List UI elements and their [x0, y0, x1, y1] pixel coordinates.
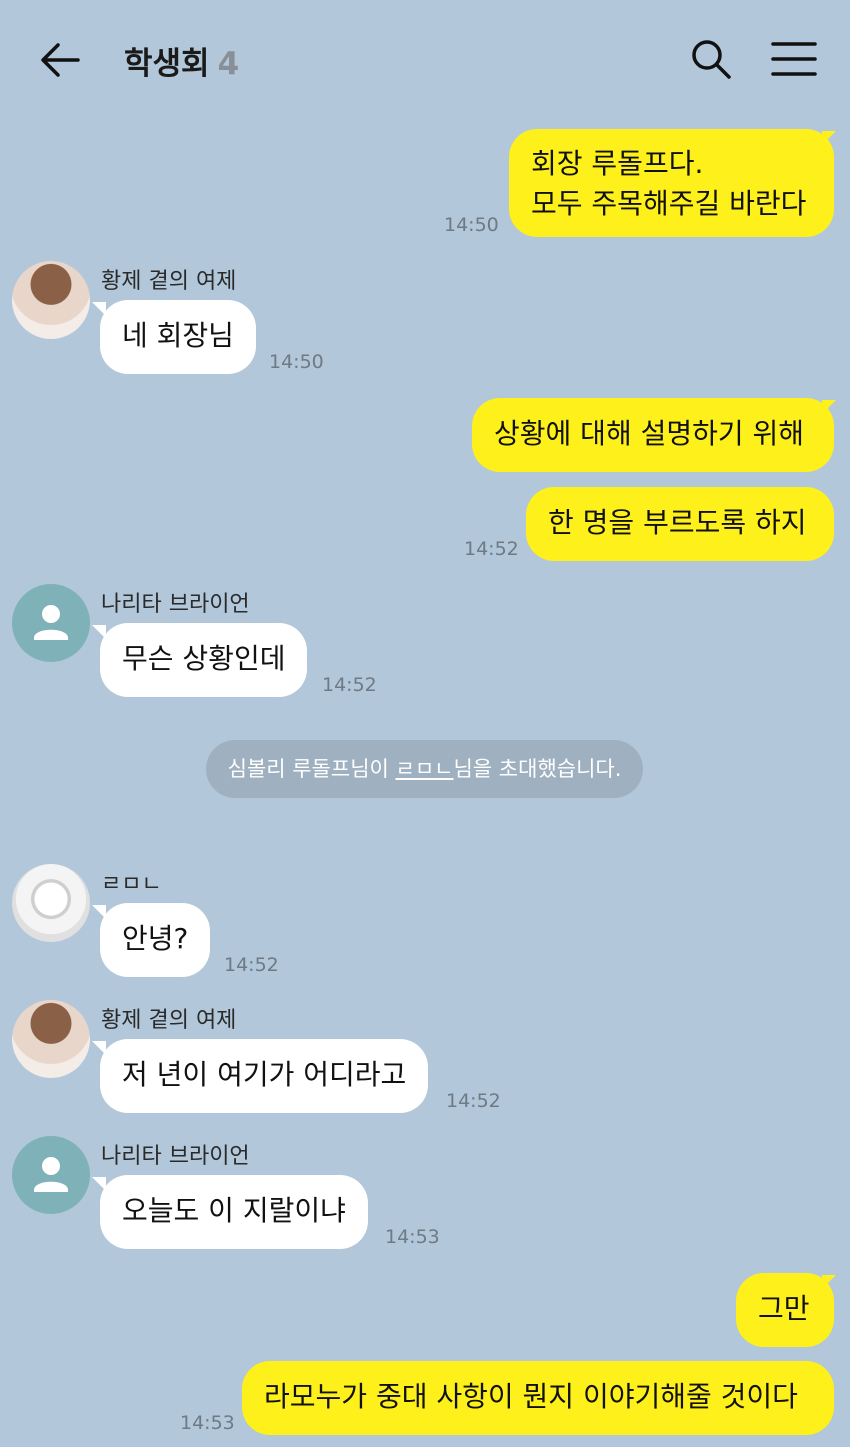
default-profile-icon	[34, 1157, 68, 1192]
sender-name: ㄹㅁㄴ	[101, 872, 162, 897]
back-button[interactable]	[38, 40, 82, 80]
bubble-tail	[92, 625, 106, 639]
chat-title: 학생회 4	[124, 38, 239, 83]
notice-text: 심볼리 루돌프님이	[227, 757, 396, 781]
notice-text: 님을 초대했습니다.	[453, 757, 622, 781]
sender-name: 나리타 브라이언	[101, 1144, 250, 1169]
message-bubble[interactable]: 오늘도 이 지랄이냐	[100, 1175, 368, 1249]
message-time: 14:53	[180, 1412, 235, 1434]
bubble-tail	[92, 905, 106, 919]
message-time: 14:53	[385, 1226, 440, 1248]
avatar[interactable]	[12, 1136, 90, 1214]
sender-name: 황제 곁의 여제	[101, 269, 237, 294]
message-text: 네 회장님	[122, 319, 234, 352]
message-time: 14:52	[464, 538, 519, 560]
message-text: 회장 루돌프다.	[531, 147, 704, 180]
message-bubble[interactable]: 한 명을 부르도록 하지	[526, 487, 834, 561]
bubble-tail	[92, 302, 106, 316]
avatar[interactable]	[12, 261, 90, 339]
sender-name: 나리타 브라이언	[101, 592, 250, 617]
bubble-tail	[92, 1041, 106, 1055]
arrow-left-icon	[41, 43, 80, 77]
sender-name: 황제 곁의 여제	[101, 1008, 237, 1033]
bubble-tail	[822, 1275, 836, 1289]
message-text: 무슨 상황인데	[122, 642, 286, 675]
message-text: 안녕?	[122, 922, 189, 955]
bubble-tail	[822, 131, 836, 145]
message-text: 모두 주목해주길 바란다	[531, 187, 807, 220]
message-bubble[interactable]: 네 회장님	[100, 300, 256, 374]
hamburger-menu-icon	[771, 42, 817, 76]
search-button[interactable]	[690, 38, 732, 80]
message-text: 상황에 대해 설명하기 위해	[494, 417, 805, 450]
message-text: 저 년이 여기가 어디라고	[122, 1058, 407, 1091]
avatar[interactable]	[12, 864, 90, 942]
invited-user-link[interactable]: ㄹㅁㄴ	[396, 757, 454, 781]
message-text: 오늘도 이 지랄이냐	[122, 1194, 346, 1227]
message-bubble[interactable]: 회장 루돌프다. 모두 주목해주길 바란다	[509, 129, 834, 237]
system-notice: 심볼리 루돌프님이 ㄹㅁㄴ님을 초대했습니다.	[206, 740, 643, 798]
message-bubble[interactable]: 저 년이 여기가 어디라고	[100, 1039, 429, 1113]
bubble-tail	[822, 400, 836, 414]
default-profile-icon	[34, 605, 68, 640]
avatar[interactable]	[12, 584, 90, 662]
avatar[interactable]	[12, 1000, 90, 1078]
chat-room-name: 학생회	[124, 46, 210, 82]
message-bubble[interactable]: 라모누가 중대 사항이 뭔지 이야기해줄 것이다	[242, 1361, 834, 1435]
message-time: 14:52	[224, 954, 279, 976]
message-text: 한 명을 부르도록 하지	[548, 506, 807, 539]
message-bubble[interactable]: 안녕?	[100, 903, 211, 977]
search-icon	[692, 40, 731, 79]
menu-button[interactable]	[770, 40, 818, 78]
bubble-tail	[92, 1177, 106, 1191]
message-text: 라모누가 중대 사항이 뭔지 이야기해줄 것이다	[264, 1380, 798, 1413]
chat-header: 학생회 4	[0, 0, 850, 120]
message-time: 14:50	[269, 351, 324, 373]
member-count: 4	[217, 46, 240, 82]
message-bubble[interactable]: 무슨 상황인데	[100, 623, 308, 697]
message-text: 그만	[758, 1292, 810, 1325]
message-bubble[interactable]: 그만	[736, 1273, 834, 1347]
message-bubble[interactable]: 상황에 대해 설명하기 위해	[472, 398, 834, 472]
message-time: 14:50	[444, 214, 499, 236]
message-time: 14:52	[446, 1090, 501, 1112]
message-time: 14:52	[322, 674, 377, 696]
